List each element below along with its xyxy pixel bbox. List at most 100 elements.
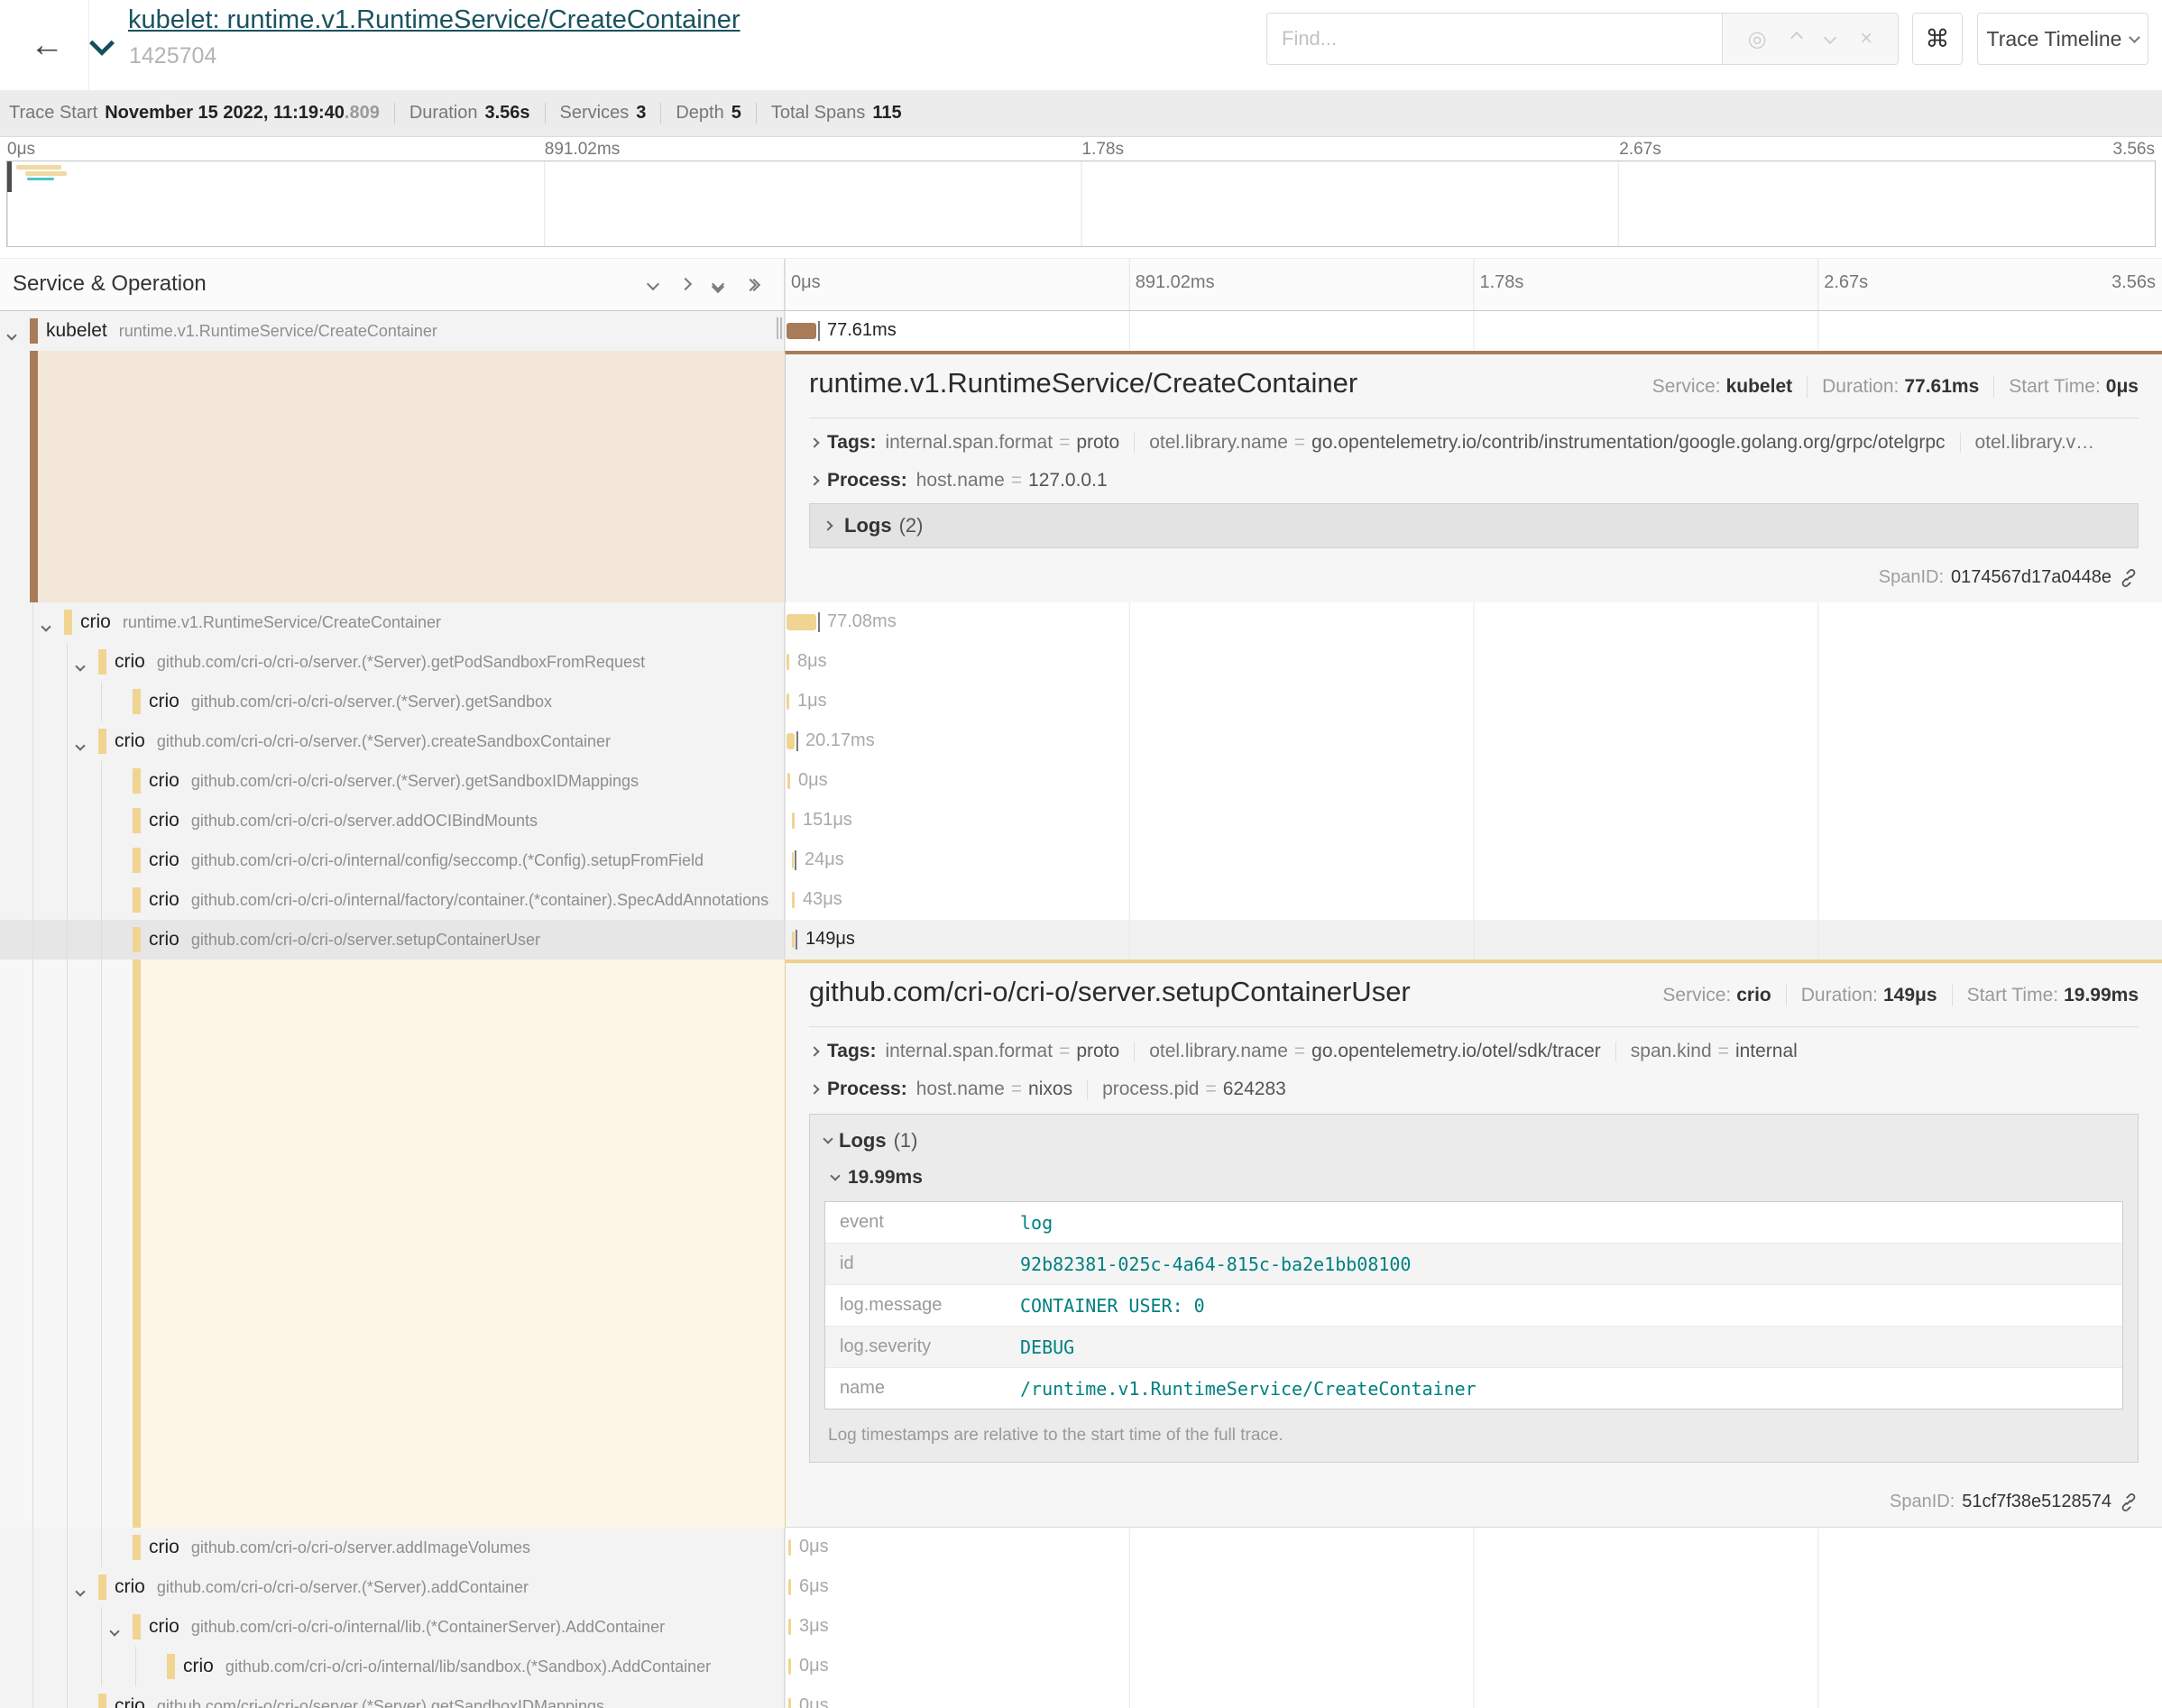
trace-minimap: 0μs891.02ms1.78s2.67s3.56s <box>0 137 2162 258</box>
tags-row[interactable]: Tags: internal.span.format=protootel.lib… <box>809 424 2139 462</box>
span-duration-bar[interactable] <box>788 1658 791 1675</box>
span-duration-bar[interactable] <box>788 1579 791 1595</box>
row-collapse-chevron-icon[interactable] <box>77 738 84 754</box>
find-clear-icon[interactable]: × <box>1860 26 1872 51</box>
row-collapse-chevron-icon[interactable] <box>42 619 50 635</box>
span-rows-bottom: criogithub.com/cri-o/cri-o/server.addIma… <box>0 1528 2162 1708</box>
find-prev-icon[interactable] <box>1792 31 1801 47</box>
span-row[interactable]: criogithub.com/cri-o/cri-o/internal/fact… <box>0 880 2162 920</box>
span-duration-bar[interactable] <box>792 892 795 908</box>
span-row[interactable]: criogithub.com/cri-o/cri-o/server.(*Serv… <box>0 642 2162 682</box>
indent-guide <box>101 1528 102 1567</box>
span-duration-bar[interactable] <box>788 1539 791 1556</box>
minimap-tick: 0μs <box>7 140 35 160</box>
tags-row[interactable]: Tags: internal.span.format=protootel.lib… <box>809 1033 2139 1070</box>
back-arrow-icon[interactable]: ← <box>20 22 74 69</box>
row-collapse-chevron-icon[interactable] <box>77 1584 84 1600</box>
trace-header: ← kubelet: runtime.v1.RuntimeService/Cre… <box>0 0 2162 90</box>
span-row[interactable]: criogithub.com/cri-o/cri-o/server.addOCI… <box>0 801 2162 840</box>
span-row[interactable]: criogithub.com/cri-o/cri-o/internal/lib/… <box>0 1647 2162 1686</box>
span-detail-kubelet: runtime.v1.RuntimeService/CreateContaine… <box>0 351 2162 602</box>
logs-header[interactable]: Logs (1) <box>824 1125 2123 1156</box>
span-row[interactable]: criogithub.com/cri-o/cri-o/internal/lib.… <box>0 1607 2162 1647</box>
span-link-icon[interactable] <box>2119 1492 2139 1512</box>
log-entry-timestamp[interactable]: 19.99ms <box>832 1162 2123 1194</box>
span-row[interactable]: criogithub.com/cri-o/cri-o/server.(*Serv… <box>0 761 2162 801</box>
span-duration-label: 151μs <box>803 810 852 831</box>
ruler-tick: 891.02ms <box>1136 272 1215 293</box>
indent-guide <box>32 1528 33 1567</box>
find-controls: ◎ × <box>1722 13 1899 65</box>
span-duration-bar[interactable] <box>792 813 795 829</box>
indent-guide <box>101 761 102 801</box>
indent-guide <box>32 840 33 880</box>
collapse-one-icon[interactable] <box>649 277 658 293</box>
view-dropdown-button[interactable]: Trace Timeline <box>1977 13 2148 65</box>
service-color-bar <box>30 351 38 602</box>
indent-guide <box>101 1647 102 1686</box>
span-row[interactable]: criogithub.com/cri-o/cri-o/server.(*Serv… <box>0 1686 2162 1708</box>
row-collapse-chevron-icon[interactable] <box>8 327 15 344</box>
expand-one-icon[interactable] <box>681 277 690 293</box>
span-row[interactable]: kubeletruntime.v1.RuntimeService/CreateC… <box>0 311 2162 351</box>
span-duration-bar[interactable] <box>787 323 816 339</box>
span-duration-bar[interactable] <box>787 654 789 670</box>
row-collapse-chevron-icon[interactable] <box>77 658 84 675</box>
span-row[interactable]: criogithub.com/cri-o/cri-o/server.addIma… <box>0 1528 2162 1567</box>
minimap-tick: 3.56s <box>2113 140 2155 160</box>
ruler-tick: 1.78s <box>1480 272 1524 293</box>
span-duration-bar[interactable] <box>792 852 794 868</box>
spanid-value: 51cf7f38e5128574 <box>1962 1492 2111 1512</box>
keyboard-shortcuts-button[interactable]: ⌘ <box>1912 13 1963 65</box>
logs-collapsed-bar[interactable]: Logs (2) <box>809 503 2139 548</box>
find-input[interactable] <box>1266 13 1722 65</box>
find-next-icon[interactable] <box>1826 31 1835 47</box>
span-duration-bar[interactable] <box>792 932 795 948</box>
span-row[interactable]: criogithub.com/cri-o/cri-o/server.(*Serv… <box>0 721 2162 761</box>
span-duration-label: 149μs <box>805 929 855 950</box>
span-duration-bar[interactable] <box>787 693 789 710</box>
service-color-bar <box>98 1694 106 1708</box>
service-color-bar <box>133 887 141 913</box>
row-operation-name: github.com/cri-o/cri-o/server.(*Server).… <box>157 732 611 751</box>
span-duration-bar[interactable] <box>787 773 790 789</box>
indent-guide <box>32 1647 33 1686</box>
minimap-canvas[interactable] <box>6 161 2156 247</box>
span-row[interactable]: criogithub.com/cri-o/cri-o/internal/conf… <box>0 840 2162 880</box>
indent-guide <box>67 1607 68 1647</box>
span-duration-bar[interactable] <box>788 1619 791 1635</box>
process-row[interactable]: Process: host.name=nixosprocess.pid=6242… <box>809 1070 2139 1108</box>
row-operation-name: github.com/cri-o/cri-o/server.(*Server).… <box>157 1578 529 1597</box>
indent-guide <box>67 761 68 801</box>
logs-expanded-box: Logs (1) 19.99ms eventlogid92b82381-025c… <box>809 1114 2139 1463</box>
span-duration-bar[interactable] <box>787 733 795 749</box>
trace-id: 1425704 <box>129 43 216 69</box>
row-operation-name: github.com/cri-o/cri-o/server.(*Server).… <box>157 653 645 672</box>
span-row[interactable]: criogithub.com/cri-o/cri-o/server.setupC… <box>0 920 2162 960</box>
row-collapse-chevron-icon[interactable] <box>111 1623 118 1639</box>
span-rows-mid: crioruntime.v1.RuntimeService/CreateCont… <box>0 602 2162 960</box>
span-duration-label: 0μs <box>799 1695 829 1708</box>
expand-all-icon[interactable] <box>746 280 759 289</box>
collapse-trace-chevron-icon[interactable] <box>93 34 111 57</box>
minimap-span <box>25 171 67 176</box>
detail-duration: 77.61ms <box>1904 376 1979 397</box>
span-row[interactable]: crioruntime.v1.RuntimeService/CreateCont… <box>0 602 2162 642</box>
span-duration-bar[interactable] <box>787 614 816 630</box>
span-link-icon[interactable] <box>2119 568 2139 588</box>
locate-icon[interactable]: ◎ <box>1748 26 1767 52</box>
minimap-drag-handle[interactable] <box>7 161 12 192</box>
indent-guide <box>32 721 33 761</box>
timeline-ruler: 0μs891.02ms1.78s2.67s3.56s <box>785 259 2162 310</box>
span-row[interactable]: criogithub.com/cri-o/cri-o/server.(*Serv… <box>0 1567 2162 1607</box>
indent-guide <box>67 1647 68 1686</box>
log-field-row: name/runtime.v1.RuntimeService/CreateCon… <box>825 1368 2122 1409</box>
collapse-all-icon[interactable] <box>713 280 722 291</box>
indent-guide <box>135 1647 136 1686</box>
span-duration-bar[interactable] <box>788 1698 791 1708</box>
process-row[interactable]: Process: host.name=127.0.0.1 <box>809 462 2139 500</box>
trace-title-link[interactable]: kubelet: runtime.v1.RuntimeService/Creat… <box>128 5 741 35</box>
span-row[interactable]: criogithub.com/cri-o/cri-o/server.(*Serv… <box>0 682 2162 721</box>
column-resize-grip[interactable] <box>777 317 784 339</box>
service-color-bar <box>98 729 106 754</box>
